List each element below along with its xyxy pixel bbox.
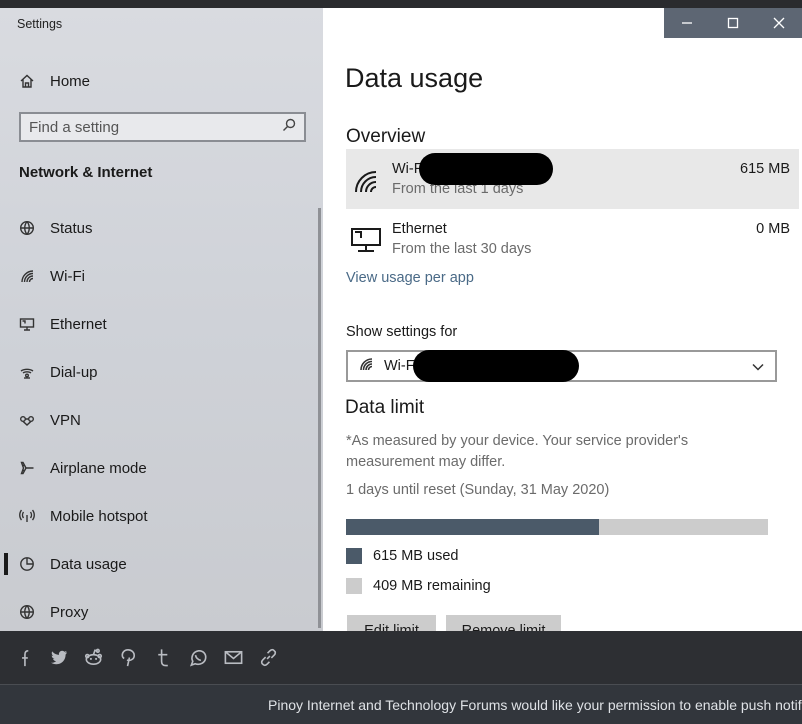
sidebar-item-label: Airplane mode (50, 459, 147, 477)
push-permission-banner: Pinoy Internet and Technology Forums wou… (0, 684, 802, 724)
globe-icon (18, 219, 36, 237)
wifi-icon (18, 267, 36, 285)
sidebar-item-label: Home (50, 72, 91, 90)
sidebar: Settings Home Network & Internet Status … (0, 8, 323, 631)
facebook-icon[interactable] (6, 640, 41, 675)
sidebar-item-label: Status (50, 219, 93, 237)
maximize-icon (727, 17, 739, 29)
sidebar-item-label: Ethernet (50, 315, 107, 333)
sidebar-item-wifi[interactable]: Wi-Fi (18, 252, 318, 300)
close-button[interactable] (756, 8, 802, 38)
legend-used: 615 MB used (346, 548, 458, 564)
usage-row-value: 0 MB (756, 221, 790, 237)
sidebar-scrollbar[interactable] (318, 208, 321, 628)
legend-label: 615 MB used (373, 548, 459, 564)
data-limit-heading: Data limit (345, 397, 425, 418)
sidebar-item-label: Data usage (50, 555, 127, 573)
legend-remaining: 409 MB remaining (346, 578, 491, 594)
show-settings-label: Show settings for (346, 324, 458, 340)
sidebar-item-status[interactable]: Status (18, 204, 318, 252)
usage-row-name: Wi-F (392, 161, 423, 177)
usage-progress-bar (346, 519, 768, 535)
globe-icon (18, 603, 36, 621)
maximize-button[interactable] (710, 8, 756, 38)
view-usage-per-app-link[interactable]: View usage per app (346, 270, 474, 286)
ethernet-icon (350, 225, 382, 255)
overview-heading: Overview (346, 126, 426, 147)
link-icon[interactable] (251, 640, 286, 675)
sidebar-item-label: VPN (50, 411, 81, 429)
network-select-value: Wi-F (384, 358, 415, 374)
airplane-icon (18, 459, 36, 477)
vpn-icon (18, 411, 36, 429)
sidebar-item-label: Mobile hotspot (50, 507, 148, 525)
edit-limit-button[interactable]: Edit limit (347, 615, 436, 631)
search-input[interactable] (29, 118, 282, 136)
sidebar-item-dialup[interactable]: Dial-up (18, 348, 318, 396)
sidebar-item-data-usage[interactable]: Data usage (4, 540, 318, 588)
window-controls (664, 8, 802, 38)
reddit-icon[interactable] (76, 640, 111, 675)
usage-row-period: From the last 30 days (392, 241, 532, 257)
ethernet-icon (18, 315, 36, 333)
sidebar-item-label: Dial-up (50, 363, 98, 381)
sidebar-item-label: Proxy (50, 603, 89, 621)
network-select[interactable]: Wi-F (346, 350, 777, 382)
minimize-icon (682, 22, 692, 24)
redaction-mark (419, 153, 553, 185)
legend-swatch-used (346, 548, 362, 564)
sidebar-item-label: Wi-Fi (50, 267, 85, 285)
wifi-icon (350, 165, 382, 195)
email-icon[interactable] (216, 640, 251, 675)
remove-limit-button[interactable]: Remove limit (446, 615, 561, 631)
usage-row-ethernet[interactable]: Ethernet From the last 30 days 0 MB (346, 209, 799, 269)
sidebar-item-ethernet[interactable]: Ethernet (18, 300, 318, 348)
twitter-icon[interactable] (41, 640, 76, 675)
chevron-down-icon (751, 360, 765, 379)
main-panel: Data usage Overview Wi-F From the last 1… (323, 8, 802, 631)
top-strip (0, 0, 802, 8)
home-icon (18, 72, 36, 90)
share-bar (0, 631, 802, 684)
tumblr-icon[interactable] (146, 640, 181, 675)
search-box[interactable] (19, 112, 306, 142)
wifi-icon (358, 356, 374, 377)
page-title: Data usage (345, 63, 484, 93)
data-limit-note: *As measured by your device. Your servic… (346, 433, 689, 470)
whatsapp-icon[interactable] (181, 640, 216, 675)
redaction-mark (413, 350, 579, 382)
sidebar-nav: Status Wi-Fi Ethernet Dial-up VPN Airpla… (4, 204, 318, 636)
pie-chart-icon (18, 555, 36, 573)
sidebar-item-mobile-hotspot[interactable]: Mobile hotspot (18, 492, 318, 540)
usage-progress-fill (346, 519, 600, 535)
dialup-icon (18, 363, 36, 381)
app-title: Settings (17, 17, 63, 31)
usage-row-wifi[interactable]: Wi-F From the last 1 days 615 MB (346, 149, 799, 209)
sidebar-item-home[interactable]: Home (18, 70, 90, 92)
minimize-button[interactable] (664, 8, 710, 38)
search-icon[interactable] (282, 118, 296, 137)
hotspot-icon (18, 507, 36, 525)
close-icon (773, 17, 785, 29)
usage-row-name: Ethernet (392, 221, 447, 237)
reset-text: 1 days until reset (Sunday, 31 May 2020) (346, 482, 610, 498)
sidebar-item-proxy[interactable]: Proxy (18, 588, 318, 636)
sidebar-item-vpn[interactable]: VPN (18, 396, 318, 444)
legend-swatch-remaining (346, 578, 362, 594)
pinterest-icon[interactable] (111, 640, 146, 675)
sidebar-item-airplane-mode[interactable]: Airplane mode (18, 444, 318, 492)
usage-row-value: 615 MB (740, 161, 790, 177)
section-title: Network & Internet (19, 164, 153, 181)
banner-text: Pinoy Internet and Technology Forums wou… (268, 697, 802, 713)
legend-label: 409 MB remaining (373, 578, 491, 594)
